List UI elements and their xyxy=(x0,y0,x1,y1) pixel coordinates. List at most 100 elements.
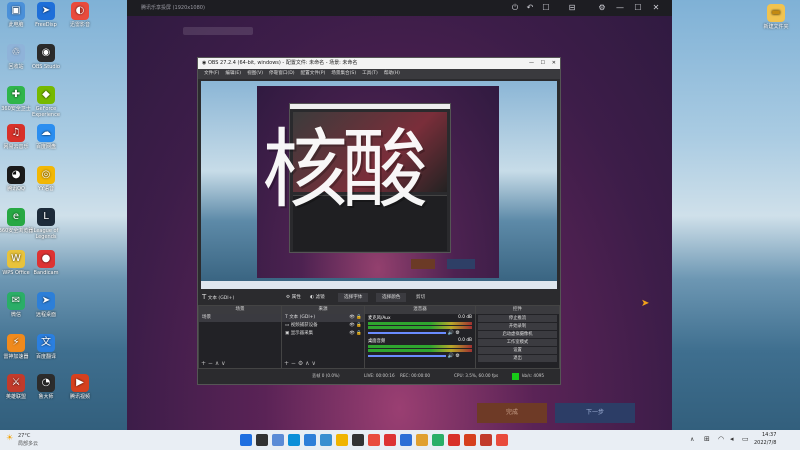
taskbar-app-icon[interactable] xyxy=(240,434,252,446)
control-button[interactable]: 开始录制 xyxy=(478,323,557,330)
taskbar-app-icon[interactable] xyxy=(288,434,300,446)
select-color-button[interactable]: 选择颜色 xyxy=(376,293,407,302)
panel-icon[interactable]: ⊟ xyxy=(567,3,577,13)
app-icon: ◐ xyxy=(71,2,89,20)
taskbar-app-icon[interactable] xyxy=(448,434,460,446)
desktop-icon[interactable]: L League of Legends xyxy=(26,208,66,240)
menu-item[interactable]: 编辑(E) xyxy=(225,69,241,79)
scene-item[interactable]: 场景 xyxy=(199,314,281,322)
taskbar-app-icon[interactable] xyxy=(352,434,364,446)
menu-item[interactable]: 视图(V) xyxy=(247,69,263,79)
desktop-icon[interactable]: ➤ 远程桌面 xyxy=(26,292,66,318)
tray-apps-icon[interactable]: ⊞ xyxy=(704,435,710,443)
visibility-lock-icons[interactable]: 👁 🔒 xyxy=(349,330,364,338)
menu-item[interactable]: 停靠窗口(D) xyxy=(269,69,295,79)
mixer-track-name: 麦克风/Aux xyxy=(368,316,391,321)
menu-item[interactable]: 配置文件(P) xyxy=(301,69,326,79)
taskbar-app-icon[interactable] xyxy=(496,434,508,446)
sources-list: T 文本 (GDI+) 👁 🔒 ▭ 视频捕获设备 👁 🔒 ▣ 显示器采集 👁 🔒 xyxy=(282,314,364,338)
taskbar-app-icon[interactable] xyxy=(464,434,476,446)
minimize-icon[interactable]: — xyxy=(615,3,625,13)
source-item[interactable]: ▭ 视频捕获设备 👁 🔒 xyxy=(282,322,364,330)
desktop-icon-label: 远程桌面 xyxy=(35,312,56,318)
control-button[interactable]: 工作室模式 xyxy=(478,339,557,346)
wifi-icon[interactable]: ◠ xyxy=(718,435,724,443)
source-item[interactable]: ▣ 显示器采集 👁 🔒 xyxy=(282,330,364,338)
next-button[interactable]: 下一步 xyxy=(555,403,635,423)
desktop-icon[interactable]: ◐ 迅雷影音 xyxy=(60,2,100,28)
close-icon[interactable]: ✕ xyxy=(552,58,556,69)
close-icon[interactable]: ✕ xyxy=(651,3,661,13)
power-icon[interactable]: ⏻ xyxy=(510,3,520,13)
visibility-lock-icons[interactable]: 👁 🔒 xyxy=(349,322,364,330)
desktop-icon-label: FreeDisp xyxy=(35,22,57,28)
status-indicator xyxy=(512,373,519,380)
tray-chevron-icon[interactable]: ∧ xyxy=(690,436,694,443)
volume-icon[interactable]: ◂ xyxy=(730,435,734,443)
source-item[interactable]: T 文本 (GDI+) 👁 🔒 xyxy=(282,314,364,322)
clock-date: 2022/7/8 xyxy=(754,440,777,446)
desktop-icon-label: GeForce Experience xyxy=(32,106,60,118)
taskbar-app-icon[interactable] xyxy=(384,434,396,446)
desktop-icon[interactable]: 文百度翻译 xyxy=(26,334,66,360)
volume-slider[interactable]: 🔊 ⚙ xyxy=(368,353,472,359)
minimize-icon[interactable]: — xyxy=(529,58,534,69)
desktop-icon[interactable]: ◉ OBS Studio xyxy=(26,44,66,70)
status-kbps: kb/s: 4095 xyxy=(522,373,545,378)
maximize-icon[interactable]: ☐ xyxy=(633,3,643,13)
desktop-icon[interactable]: ☁ 百度网盘 xyxy=(26,124,66,150)
menu-item[interactable]: 工具(T) xyxy=(362,69,378,79)
source-label: 视频捕获设备 xyxy=(290,323,318,328)
scene-controls[interactable]: + − ∧ ∨ xyxy=(201,360,226,367)
desktop-icon[interactable]: ● Bandicam xyxy=(26,250,66,276)
source-controls[interactable]: + − ⚙ ∧ ∨ xyxy=(284,360,316,367)
taskbar-app-icon[interactable] xyxy=(336,434,348,446)
status-cpu: CPU: 3.5%, 60.00 fps xyxy=(454,373,499,378)
maximize-icon[interactable]: ☐ xyxy=(541,58,545,69)
taskbar-app-icon[interactable] xyxy=(272,434,284,446)
screen-icon[interactable]: ☐ xyxy=(541,3,551,13)
status-drop: 丢帧 0 (0.0%) xyxy=(312,373,340,378)
status-rec: REC: 00:00:00 xyxy=(400,373,431,378)
mute-gear-icons[interactable]: 🔊 ⚙ xyxy=(446,353,460,359)
taskbar-app-icon[interactable] xyxy=(320,434,332,446)
props-button[interactable]: ⚙ 属性 xyxy=(286,292,301,303)
control-button[interactable]: 停止推流 xyxy=(478,315,557,322)
done-button[interactable]: 完成 xyxy=(477,403,547,423)
obs-menu-bar: 文件(F) 编辑(E) 视图(V) 停靠窗口(D) 配置文件(P) 场景集合(S) 工具(T… xyxy=(198,69,560,79)
sources-header: 来源 xyxy=(282,306,364,314)
desktop-icon-label: 腾讯QQ xyxy=(7,186,25,192)
filter-button[interactable]: ◐ 滤镜 xyxy=(310,292,325,303)
control-button[interactable]: 启动虚拟摄像机 xyxy=(478,331,557,338)
taskbar-app-icon[interactable] xyxy=(432,434,444,446)
taskbar-app-icon[interactable] xyxy=(480,434,492,446)
gear-icon[interactable]: ⚙ xyxy=(597,3,607,13)
desktop-icon-label: 此电脑 xyxy=(8,22,24,28)
select-font-button[interactable]: 选择字体 xyxy=(338,293,369,302)
desktop-icon-label: 迅雷影音 xyxy=(69,22,90,28)
menu-item[interactable]: 帮助(H) xyxy=(384,69,400,79)
menu-item[interactable]: 场景集合(S) xyxy=(331,69,356,79)
battery-icon[interactable]: ▭ xyxy=(742,435,749,443)
taskbar-app-icon[interactable] xyxy=(416,434,428,446)
undo-icon[interactable]: ↶ xyxy=(525,3,535,13)
taskbar-app-icon[interactable] xyxy=(400,434,412,446)
taskbar-app-icon[interactable] xyxy=(368,434,380,446)
app-icon: ✚ xyxy=(7,86,25,104)
nested-footer-button xyxy=(411,259,435,269)
taskbar-app-icon[interactable] xyxy=(304,434,316,446)
volume-slider[interactable]: 🔊 ⚙ xyxy=(368,330,472,336)
control-button[interactable]: 设置 xyxy=(478,347,557,354)
scenes-header: 场景 xyxy=(199,306,281,314)
mute-gear-icons[interactable]: 🔊 ⚙ xyxy=(446,330,460,336)
desktop-icon[interactable]: ◎ YY语音 xyxy=(26,166,66,192)
control-button[interactable]: 退出 xyxy=(478,355,557,362)
taskbar-app-icon[interactable] xyxy=(256,434,268,446)
desktop-icon[interactable]: ◆ GeForce Experience xyxy=(26,86,66,118)
desktop-icon-folder[interactable]: ▬ 新建文件夹 xyxy=(756,4,796,30)
desktop-icon[interactable]: ▶ 腾讯视频 xyxy=(60,374,100,400)
app-icon: ◔ xyxy=(37,374,55,392)
weather-temp: 27°C xyxy=(18,433,31,439)
visibility-lock-icons[interactable]: 👁 🔒 xyxy=(349,314,364,322)
menu-item[interactable]: 文件(F) xyxy=(204,69,219,79)
